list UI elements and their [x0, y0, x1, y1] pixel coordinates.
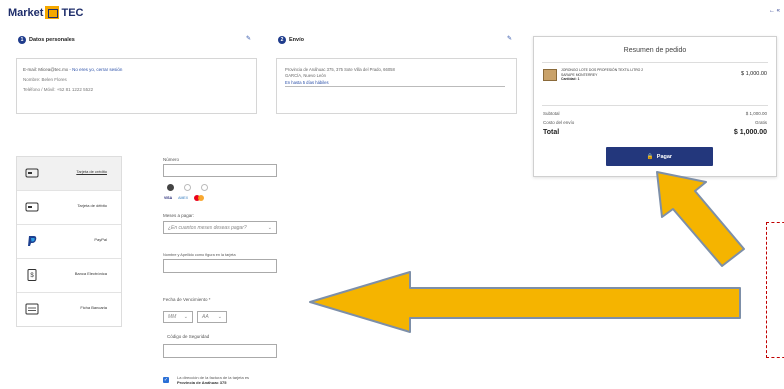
expiry-year-select[interactable]: AA ⌄	[197, 311, 227, 323]
paypal-icon	[28, 236, 37, 246]
pay-button[interactable]: 🔒 Pagar	[606, 147, 713, 166]
billing-text: La dirección de la factura de la tarjeta…	[177, 375, 249, 385]
radio-visa[interactable]	[167, 184, 174, 191]
edit-datos-icon[interactable]: ✎	[246, 35, 251, 42]
brand-market: Market	[8, 6, 44, 19]
months-select[interactable]: ¿En cuantos meses deseas pagar? ⌄	[163, 221, 277, 234]
arrow-up-left	[656, 171, 745, 267]
step-title: Envío	[289, 37, 304, 43]
phone-line: Teléfono / Móvil: +52 81 1222 5522	[23, 87, 94, 92]
method-label: Tarjeta de crédito	[76, 169, 107, 174]
payment-method-slip[interactable]: Ficha Bancaria	[17, 293, 121, 327]
step-envio: 2 Envío	[278, 36, 304, 44]
bank-slip-icon	[25, 303, 39, 315]
edit-envio-icon[interactable]: ✎	[507, 35, 512, 42]
payment-method-credit[interactable]: Tarjeta de crédito	[17, 157, 121, 191]
card-brand-logos: VISA AMEX	[164, 195, 205, 201]
visa-logo: VISA	[164, 196, 173, 200]
datos-personales-card: E-mail: Micea@tec.mx - No eres yo, cerra…	[16, 58, 257, 114]
product-price: $ 1,000.00	[741, 71, 767, 77]
payment-method-paypal[interactable]: PayPal	[17, 225, 121, 259]
months-placeholder: ¿En cuantos meses deseas pagar?	[168, 224, 247, 231]
total-value: $ 1,000.00	[733, 129, 767, 136]
delivery-time: En hasta 5 días hábiles	[285, 79, 505, 87]
chevron-down-icon: ⌄	[217, 314, 222, 320]
payment-method-debit[interactable]: Tarjeta de débito	[17, 191, 121, 225]
shipping-label: Costo del envío	[543, 120, 575, 125]
email-label: E-mail:	[23, 67, 38, 72]
annotation-dashed-box	[766, 222, 784, 358]
mastercard-logo	[194, 195, 205, 201]
expiry-year-value: AA	[202, 314, 209, 320]
expiry-month-value: MM	[168, 314, 177, 320]
credit-card-icon	[25, 168, 39, 178]
lock-icon: 🔒	[646, 153, 654, 160]
subtotal-label: Subtotal	[543, 111, 560, 116]
holder-label: Nombre y Apellido como figura en la tarj…	[163, 253, 236, 257]
name-line: Nombre: Belen Flores	[23, 77, 67, 82]
expiry-label: Fecha de Vencimiento *	[163, 297, 211, 302]
divider	[542, 62, 768, 63]
subtotal-value: $ 1,000.00	[745, 111, 767, 116]
cvv-label: Código de Seguridad	[167, 334, 210, 339]
radio-amex[interactable]	[184, 184, 191, 191]
step-title: Datos personales	[29, 37, 75, 43]
total-label: Total	[543, 129, 560, 136]
step-number: 2	[278, 36, 286, 44]
chevron-down-icon: ⌄	[267, 224, 272, 231]
back-link[interactable]: ← «	[769, 8, 780, 14]
billing-checkbox[interactable]: ✓	[163, 377, 169, 383]
logout-link[interactable]: - No eres yo, cerrar sesión	[69, 67, 122, 72]
method-label: Ficha Bancaria	[80, 305, 107, 310]
envio-card: Provincia de Anáhuac 375, 375 Sote Villa…	[276, 58, 517, 114]
email-line: E-mail: Micea@tec.mx - No eres yo, cerra…	[23, 65, 250, 75]
arrow-left	[309, 271, 741, 333]
method-label: Tarjeta de débito	[77, 203, 107, 208]
method-label: Banca Electrónica	[74, 271, 107, 276]
payment-method-list: Tarjeta de crédito Tarjeta de débito Pay…	[16, 156, 122, 327]
bank-icon: $	[27, 269, 37, 281]
amex-logo: AMEX	[178, 196, 189, 200]
step-datos-personales: 1 Datos personales	[18, 36, 75, 44]
months-label: Meses a pagar:	[163, 213, 195, 218]
svg-text:$: $	[30, 273, 34, 279]
brand-logo[interactable]: Market TEC	[8, 6, 83, 19]
building-icon	[45, 6, 60, 19]
payment-method-bank[interactable]: $ Banca Electrónica	[17, 259, 121, 293]
step-number: 1	[18, 36, 26, 44]
divider	[542, 105, 768, 106]
card-number-input[interactable]	[163, 164, 277, 177]
summary-title: Resumen de pedido	[623, 47, 687, 54]
holder-name-input[interactable]	[163, 259, 277, 273]
card-number-label: Número	[163, 157, 180, 162]
chevron-down-icon: ⌄	[183, 314, 188, 320]
product-thumbnail	[543, 69, 557, 81]
product-name: JORONGO LOTE DOS PROFESIÓN TEXTIL LITRO …	[561, 68, 701, 82]
card-brand-options	[167, 184, 208, 191]
cvv-input[interactable]	[163, 344, 277, 358]
radio-mastercard[interactable]	[201, 184, 208, 191]
brand-tec: TEC	[61, 6, 84, 19]
shipping-value: Gratis	[754, 120, 767, 125]
expiry-month-select[interactable]: MM ⌄	[163, 311, 193, 323]
debit-card-icon	[25, 202, 39, 212]
billing-line-2: Provincia de Anáhuac 375	[177, 380, 227, 385]
product-quantity: Cantidad: 1	[561, 77, 580, 81]
pay-label: Pagar	[656, 153, 673, 160]
email-value: Micea@tec.mx	[38, 67, 69, 72]
method-label: PayPal	[94, 237, 107, 242]
